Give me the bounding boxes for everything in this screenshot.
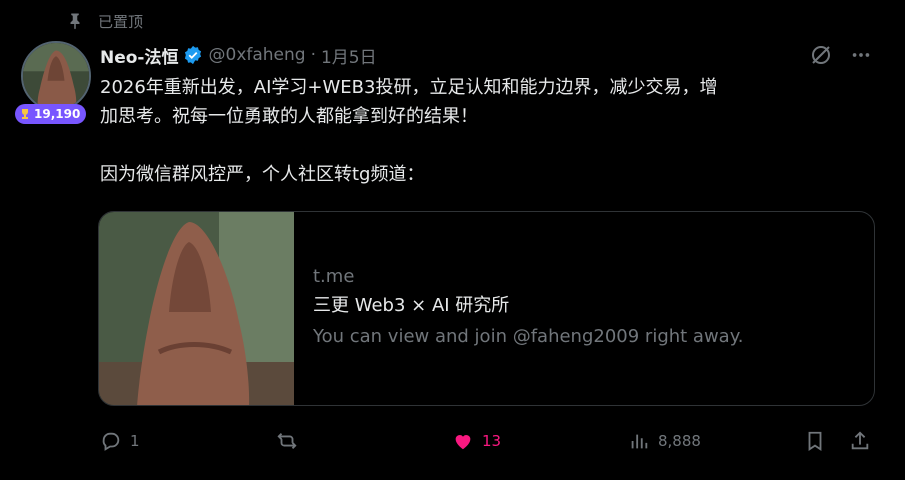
heart-icon	[455, 435, 471, 450]
retweet-button[interactable]	[276, 428, 306, 454]
grok-icon[interactable]	[808, 42, 834, 68]
link-card[interactable]: t.me 三更 Web3 × AI 研究所 You can view and j…	[98, 211, 875, 406]
link-card-image	[99, 212, 294, 405]
tweet-header: Neo-法恒 @0xfaheng · 1月5日	[100, 42, 377, 68]
bookmark-icon	[808, 431, 822, 451]
link-domain: t.me	[313, 266, 355, 287]
tweet-line-2: 加思考。祝每一位勇敢的人都能拿到好的结果！	[100, 106, 478, 127]
tweet-date[interactable]: 1月5日	[321, 43, 377, 68]
pinned-label: 已置顶	[66, 8, 143, 34]
views-button[interactable]: 8,888	[628, 428, 701, 454]
reply-icon	[102, 432, 120, 451]
trophy-icon	[22, 109, 28, 119]
share-button[interactable]	[849, 428, 879, 454]
tweet-text: 2026年重新出发，AI学习+WEB3投研，立足认知和能力边界，减少交易，增 加…	[100, 73, 870, 189]
link-description: You can view and join @faheng2009 right …	[313, 326, 744, 347]
more-options-icon[interactable]	[848, 42, 874, 68]
bookmark-button[interactable]	[804, 428, 834, 454]
pinned-text: 已置顶	[98, 12, 144, 31]
views-icon	[631, 434, 648, 449]
pin-icon	[66, 12, 84, 30]
link-title: 三更 Web3 × AI 研究所	[313, 295, 510, 316]
like-button[interactable]: 13	[452, 428, 501, 454]
verified-icon	[184, 45, 201, 65]
like-count: 13	[482, 432, 502, 450]
share-icon	[851, 431, 869, 450]
retweet-icon	[277, 433, 297, 449]
avatar-image	[23, 43, 89, 109]
user-handle[interactable]: @0xfaheng	[209, 45, 306, 65]
tweet-line-1: 2026年重新出发，AI学习+WEB3投研，立足认知和能力边界，减少交易，增	[100, 77, 718, 98]
tweet-line-3: 因为微信群风控严，个人社区转tg频道：	[100, 164, 425, 185]
reply-button[interactable]: 1	[100, 428, 140, 454]
views-count: 8,888	[658, 432, 701, 450]
user-name[interactable]: Neo-法恒	[100, 43, 179, 68]
follower-badge[interactable]: 19,190	[15, 104, 87, 124]
avatar[interactable]	[21, 41, 91, 111]
badge-count: 19,190	[34, 107, 81, 121]
link-card-info: t.me 三更 Web3 × AI 研究所 You can view and j…	[313, 264, 864, 352]
reply-count: 1	[130, 432, 140, 450]
separator-dot: ·	[310, 45, 316, 65]
